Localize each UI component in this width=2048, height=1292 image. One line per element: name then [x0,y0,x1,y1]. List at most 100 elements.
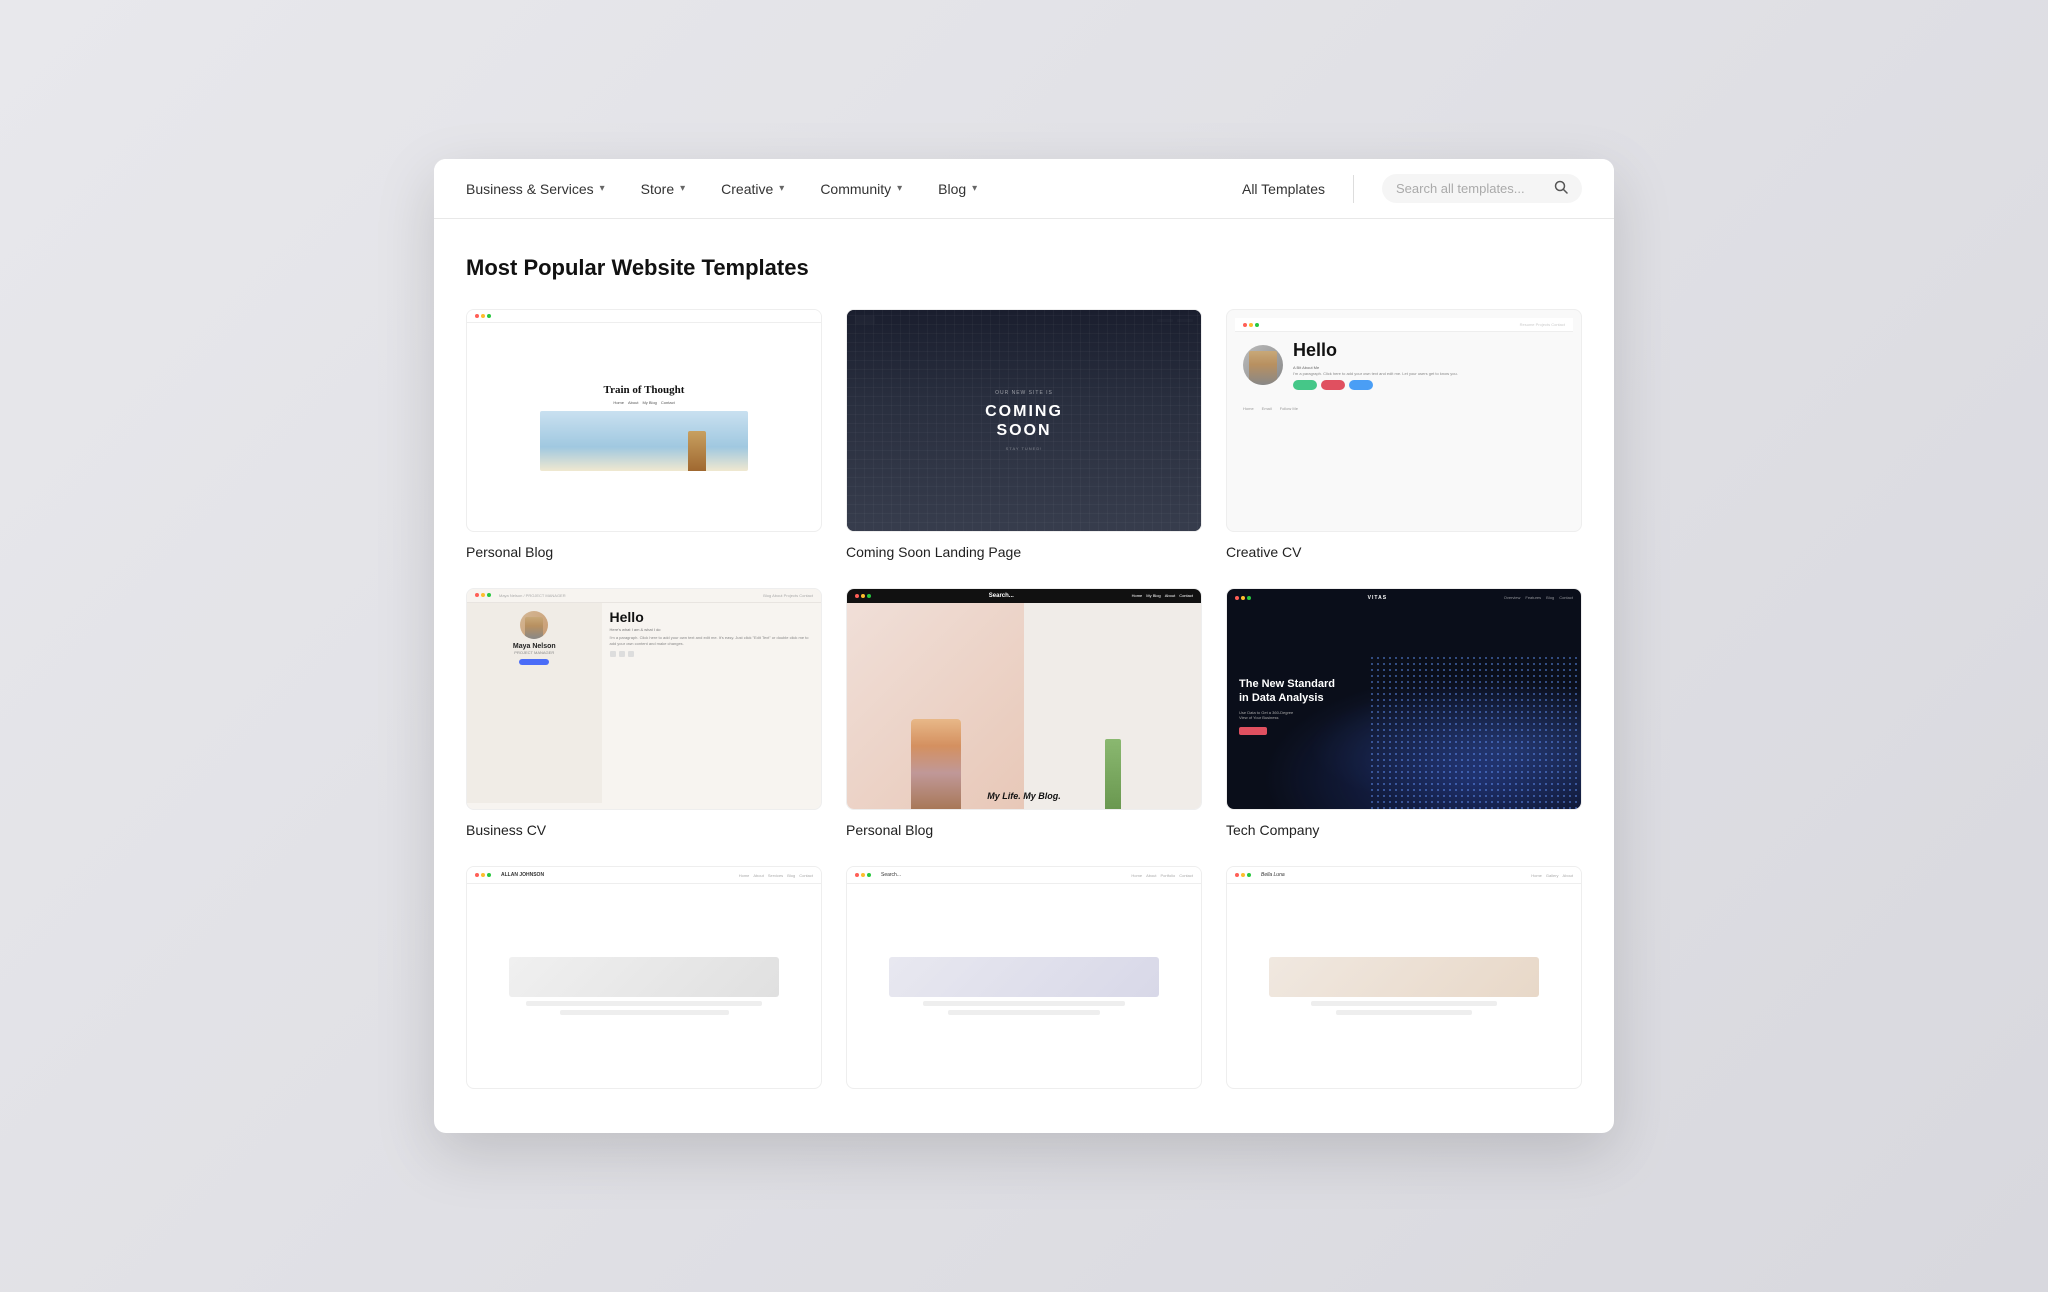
thumb-bcv-name: Maya Nelson [513,643,556,650]
templates-grid: Train of Thought Home About My Blog Cont… [466,309,1582,1101]
thumb-ccv-body: Hello A Bit About Me I'm a paragraph. Cl… [1235,332,1573,398]
template-thumb-business-cv: Maya Nelson / PROJECT MANAGER Blog About… [466,588,822,811]
nav-item-store[interactable]: Store ▾ [623,159,704,219]
thumb-bcv-name-bar: Maya Nelson / PROJECT MANAGER [499,593,566,598]
template-card-personal-blog-2[interactable]: Search... Home My Blog About Contact [846,588,1202,839]
nav-label-community: Community [820,181,891,197]
template-thumb-placeholder-3: Bella Luna HomeGalleryAbout [1226,866,1582,1089]
thumb-bcv-hello: Hello [610,609,813,625]
template-thumb-personal-blog-2: Search... Home My Blog About Contact [846,588,1202,811]
chevron-down-icon-blog: ▾ [972,183,977,194]
thumb-ph1-nav: HomeAboutServicesBlogContact [739,873,813,878]
thumb-tc-sub: Use Data to Get a 360-DegreeView of Your… [1239,710,1569,721]
chevron-down-icon-community: ▾ [897,183,902,194]
thumb-tc-logo: VITAS [1368,595,1387,601]
thumb-blog-title: Train of Thought [604,384,685,396]
dot-yellow [481,314,485,318]
chevron-down-icon-store: ▾ [680,183,685,194]
thumb-ccv-header-dots: Resume Projects Contact [1235,318,1573,332]
nav-item-blog[interactable]: Blog ▾ [920,159,995,219]
thumb-cs-center: OUR NEW SITE IS COMINGSOON STAY TUNED! [985,390,1063,451]
navbar: Business & Services ▾ Store ▾ Creative ▾… [434,159,1614,219]
thumb-ccv-hello: Hello [1293,340,1565,361]
thumb-bcv-left: Maya Nelson PROJECT MANAGER [467,603,602,804]
nav-label-blog: Blog [938,181,966,197]
template-name-creative-cv: Creative CV [1226,544,1582,560]
nav-item-creative[interactable]: Creative ▾ [703,159,802,219]
thumb-bcv-header: Maya Nelson / PROJECT MANAGER Blog About… [467,589,821,603]
template-card-business-cv[interactable]: Maya Nelson / PROJECT MANAGER Blog About… [466,588,822,839]
thumb-cs-bottom: STAY TUNED! [985,446,1063,451]
thumb-bcv-right: Hello Here's what I am & what I do I'm a… [602,603,821,804]
template-thumb-placeholder-1: ALLAN JOHNSON HomeAboutServicesBlogConta… [466,866,822,1089]
thumb-blog-image [540,411,748,471]
template-card-placeholder-3[interactable]: Bella Luna HomeGalleryAbout [1226,866,1582,1101]
thumb-ph2-nav: HomeAboutPortfolioContact [1131,873,1193,878]
thumb-main: Train of Thought Home About My Blog Cont… [467,323,821,531]
thumb-ccv-text: I'm a paragraph. Click here to add your … [1293,371,1565,377]
nav-left: Business & Services ▾ Store ▾ Creative ▾… [466,159,1242,219]
template-thumb-tech-company: VITAS Overview Features Blog Contact The… [1226,588,1582,811]
template-card-placeholder-1[interactable]: ALLAN JOHNSON HomeAboutServicesBlogConta… [466,866,822,1101]
thumb-ccv-pills [1293,380,1565,390]
window-dots-ph2 [855,873,871,877]
template-name-tech-company: Tech Company [1226,822,1582,838]
thumb-tc-nav: Overview Features Blog Contact [1504,595,1573,600]
thumb-tc-header: VITAS Overview Features Blog Contact [1227,589,1581,607]
thumb-ccv-footer: Home Email Follow Me [1235,406,1573,419]
thumb-blog-nav: Home About My Blog Contact [613,400,674,405]
thumb-header [467,310,821,323]
template-name-business-cv: Business CV [466,822,822,838]
thumb-ccv-info: Hello A Bit About Me I'm a paragraph. Cl… [1293,340,1565,390]
nav-right: All Templates [1242,174,1582,203]
thumb-ph2-header: Search... HomeAboutPortfolioContact [847,867,1201,884]
thumb-ph2-brand: Search... [881,872,901,878]
thumb-bcv-main: Maya Nelson PROJECT MANAGER Hello Here's… [467,603,821,804]
window-dots-ph1 [475,873,491,877]
search-container [1382,174,1582,203]
thumb-ccv-avatar [1243,345,1283,385]
search-icon[interactable] [1554,180,1568,197]
main-content: Most Popular Website Templates Train of … [434,219,1614,1133]
thumb-ph1-body [467,884,821,1088]
nav-label-business-services: Business & Services [466,181,594,197]
window-dots-pb2 [855,594,871,598]
chevron-down-icon-business: ▾ [600,183,605,194]
window-dots-bcv [475,593,491,597]
window-dots-ph3 [1235,873,1251,877]
template-card-coming-soon[interactable]: OUR NEW SITE IS COMINGSOON STAY TUNED! C… [846,309,1202,560]
thumb-pb2-body: My Life. My Blog. [847,603,1201,810]
thumb-ccv-nav: Resume Projects Contact [1520,322,1565,327]
nav-item-business-services[interactable]: Business & Services ▾ [466,159,623,219]
search-input[interactable] [1396,181,1546,196]
thumb-bcv-text: Here's what I am & what I do [610,627,813,633]
all-templates-link[interactable]: All Templates [1242,181,1325,197]
thumb-bcv-avatar [520,611,548,639]
window-dots [475,314,491,318]
window-dots-ccv [1243,323,1259,327]
thumb-ph3-nav: HomeGalleryAbout [1531,873,1573,878]
thumb-bcv-desc: I'm a paragraph. Click here to add your … [610,635,813,646]
nav-divider [1353,175,1354,203]
template-name-personal-blog-2: Personal Blog [846,822,1202,838]
thumb-bcv-social [610,651,813,657]
thumb-pb2-nav: Home My Blog About Contact [1132,593,1193,598]
thumb-ph2-body [847,884,1201,1088]
template-thumb-creative-cv: Resume Projects Contact Hello A Bit Abou… [1226,309,1582,532]
template-card-placeholder-2[interactable]: Search... HomeAboutPortfolioContact [846,866,1202,1101]
dot-red [475,314,479,318]
app-window: Business & Services ▾ Store ▾ Creative ▾… [434,159,1614,1133]
thumb-pb2-tagline: My Life. My Blog. [847,791,1201,801]
template-thumb-personal-blog-1: Train of Thought Home About My Blog Cont… [466,309,822,532]
thumb-tc-cta-btn [1239,727,1267,735]
template-thumb-placeholder-2: Search... HomeAboutPortfolioContact [846,866,1202,1089]
template-card-personal-blog-1[interactable]: Train of Thought Home About My Blog Cont… [466,309,822,560]
nav-item-community[interactable]: Community ▾ [802,159,920,219]
thumb-ph1-header: ALLAN JOHNSON HomeAboutServicesBlogConta… [467,867,821,884]
template-name-coming-soon: Coming Soon Landing Page [846,544,1202,560]
template-name-personal-blog-1: Personal Blog [466,544,822,560]
template-card-tech-company[interactable]: VITAS Overview Features Blog Contact The… [1226,588,1582,839]
thumb-tc-body: The New Standardin Data Analysis Use Dat… [1227,607,1581,810]
window-dots-tc [1235,596,1251,600]
template-card-creative-cv[interactable]: Resume Projects Contact Hello A Bit Abou… [1226,309,1582,560]
